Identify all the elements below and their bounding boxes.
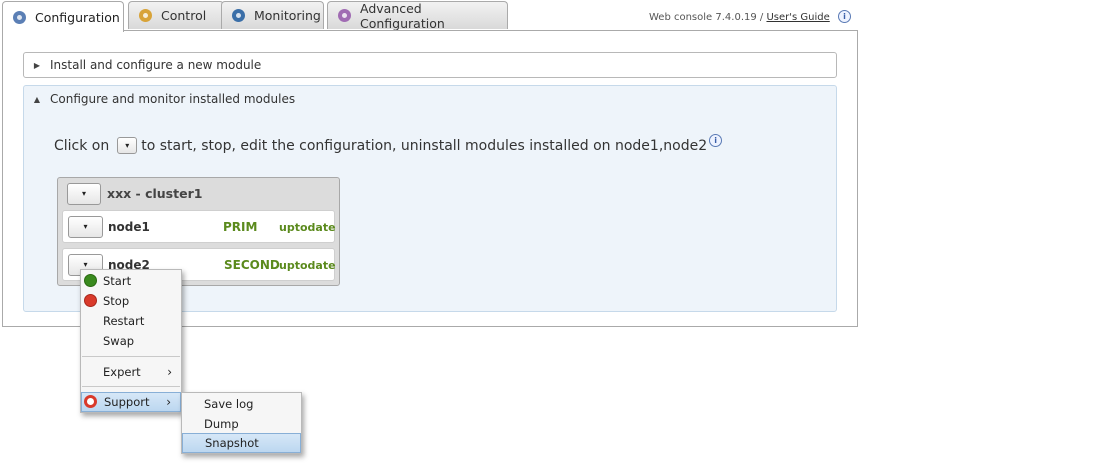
menu-separator — [82, 386, 180, 387]
expanded-arrow-icon: ▲ — [33, 94, 41, 104]
menu-item-support-label: Support — [104, 395, 150, 409]
submenu-item-save-log[interactable]: Save log — [182, 394, 301, 414]
version-text: Web console 7.4.0.19 / — [649, 12, 764, 23]
menu-item-support[interactable]: Support › — [81, 392, 181, 412]
tab-advanced-configuration[interactable]: Advanced Configuration — [327, 0, 508, 31]
menu-item-restart-label: Restart — [103, 314, 145, 328]
menu-separator — [82, 356, 180, 357]
version-info: Web console 7.4.0.19 / User's Guide i — [649, 10, 851, 23]
node2-role: SECOND — [224, 258, 280, 272]
menu-item-expert[interactable]: Expert › — [81, 362, 181, 382]
tab-configuration[interactable]: Configuration — [2, 1, 124, 32]
submenu-item-save-log-label: Save log — [204, 397, 254, 411]
collapsed-arrow-icon: ▶ — [33, 60, 41, 70]
submenu-item-dump[interactable]: Dump — [182, 414, 301, 434]
support-submenu: Save log Dump Snapshot — [181, 392, 302, 454]
tab-configuration-label: Configuration — [35, 9, 120, 25]
tab-control-label: Control — [161, 8, 207, 23]
instructions: Click on ▾ to start, stop, edit the conf… — [54, 134, 723, 154]
dropdown-sample-button: ▾ — [117, 137, 138, 154]
configure-modules-header[interactable]: ▲ Configure and monitor installed module… — [24, 90, 295, 108]
node-row-node1: ▾ node1 PRIM uptodate — [62, 210, 336, 243]
node1-status: uptodate — [279, 221, 336, 234]
submenu-item-snapshot-label: Snapshot — [205, 436, 259, 450]
node-context-menu: Start Stop Restart Swap Expert › Support… — [80, 269, 182, 413]
check-icon — [139, 9, 152, 22]
submenu-item-dump-label: Dump — [204, 417, 239, 431]
cluster-dropdown-button[interactable]: ▾ — [67, 183, 101, 205]
info-icon[interactable]: i — [709, 134, 723, 147]
menu-item-swap-label: Swap — [103, 334, 135, 348]
menu-item-swap[interactable]: Swap — [81, 331, 181, 351]
monitor-icon — [232, 9, 245, 22]
users-guide-link[interactable]: User's Guide — [766, 12, 829, 23]
play-icon — [84, 274, 97, 287]
submenu-item-snapshot[interactable]: Snapshot — [182, 433, 301, 453]
node2-status: uptodate — [279, 259, 336, 272]
gear-icon — [338, 9, 351, 22]
instructions-suffix: to start, stop, edit the configuration, … — [141, 137, 708, 154]
install-module-title: Install and configure a new module — [50, 58, 262, 72]
wrench-icon — [13, 10, 26, 24]
cluster-title: xxx - cluster1 — [107, 186, 203, 201]
node1-role: PRIM — [223, 220, 258, 234]
node1-name: node1 — [108, 220, 150, 234]
menu-item-start[interactable]: Start — [81, 271, 181, 291]
info-icon[interactable]: i — [837, 10, 851, 23]
menu-item-start-label: Start — [103, 274, 132, 288]
node1-dropdown-button[interactable]: ▾ — [68, 216, 103, 238]
install-module-section[interactable]: ▶ Install and configure a new module — [23, 52, 837, 78]
instructions-prefix: Click on — [54, 137, 110, 154]
configure-modules-title: Configure and monitor installed modules — [50, 92, 296, 106]
menu-item-expert-label: Expert — [103, 365, 141, 379]
stop-icon — [84, 294, 97, 307]
tab-control[interactable]: Control — [128, 1, 224, 29]
tab-advanced-configuration-label: Advanced Configuration — [360, 0, 445, 31]
tab-monitoring[interactable]: Monitoring — [221, 1, 324, 29]
lifebuoy-icon — [84, 395, 97, 408]
tab-monitoring-label: Monitoring — [254, 8, 321, 23]
chevron-right-icon: › — [166, 395, 171, 409]
menu-item-stop[interactable]: Stop — [81, 291, 181, 311]
menu-item-stop-label: Stop — [103, 294, 130, 308]
chevron-right-icon: › — [167, 365, 172, 379]
menu-item-restart[interactable]: Restart — [81, 311, 181, 331]
